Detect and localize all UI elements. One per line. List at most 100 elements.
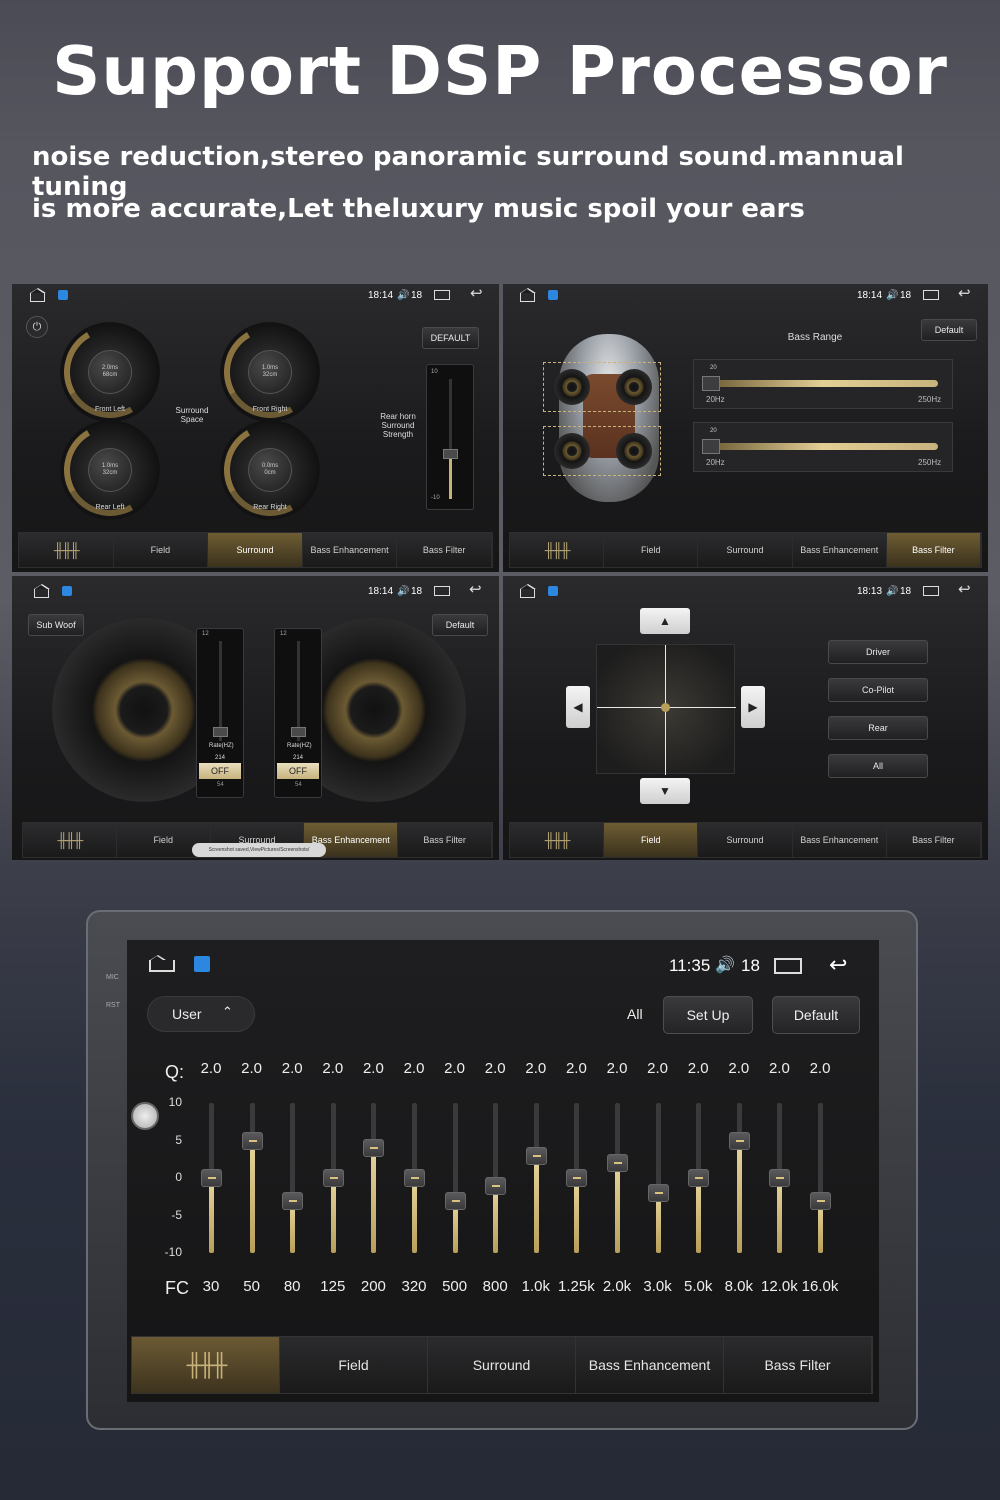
preset-dropdown[interactable]: User ⌃ xyxy=(147,996,255,1032)
off-toggle[interactable]: OFF xyxy=(199,763,241,779)
arrow-left-icon[interactable]: ◀ xyxy=(566,686,590,728)
rear-horn-slider[interactable]: 10 -10 xyxy=(426,364,474,510)
eq-band-thumb[interactable] xyxy=(485,1176,507,1195)
recent-apps-icon[interactable] xyxy=(434,290,450,300)
home-icon[interactable] xyxy=(149,955,175,972)
q-value[interactable]: 2.0 xyxy=(481,1060,509,1077)
eq-band-thumb[interactable] xyxy=(647,1184,669,1202)
off-toggle[interactable]: OFF xyxy=(277,763,319,779)
q-value[interactable]: 2.0 xyxy=(319,1060,347,1077)
home-icon[interactable] xyxy=(30,288,46,302)
q-value[interactable]: 2.0 xyxy=(441,1060,469,1077)
arrow-right-icon[interactable]: ▶ xyxy=(741,686,765,728)
q-value[interactable]: 2.0 xyxy=(238,1060,266,1077)
tab-bass-filter[interactable]: Bass Filter xyxy=(398,823,492,857)
eq-band-slider[interactable] xyxy=(485,1103,507,1253)
slider-thumb[interactable] xyxy=(213,727,228,737)
all-button[interactable]: All xyxy=(828,754,928,778)
eq-band-thumb[interactable] xyxy=(566,1169,588,1187)
eq-band-thumb[interactable] xyxy=(769,1169,791,1187)
eq-band-thumb[interactable] xyxy=(525,1146,547,1165)
recent-apps-icon[interactable] xyxy=(923,290,939,300)
q-value[interactable]: 2.0 xyxy=(522,1060,550,1077)
eq-band-slider[interactable] xyxy=(688,1103,710,1253)
tab-eq[interactable]: ╫╫╫ xyxy=(132,1337,280,1393)
listening-point-marker[interactable] xyxy=(661,703,670,712)
q-value[interactable]: 2.0 xyxy=(725,1060,753,1077)
tab-surround[interactable]: Surround xyxy=(428,1337,576,1393)
default-button[interactable]: Default xyxy=(432,614,488,636)
slider-thumb[interactable] xyxy=(702,439,720,454)
set-up-button[interactable]: Set Up xyxy=(663,996,753,1034)
q-value[interactable]: 2.0 xyxy=(684,1060,712,1077)
default-button[interactable]: Default xyxy=(772,996,860,1034)
eq-band-thumb[interactable] xyxy=(282,1191,304,1210)
eq-band-slider[interactable] xyxy=(525,1103,547,1253)
back-icon[interactable]: ↩ xyxy=(470,286,486,301)
tab-surround[interactable]: Surround xyxy=(698,823,793,857)
back-icon[interactable]: ↩ xyxy=(829,952,847,978)
eq-band-slider[interactable] xyxy=(363,1103,385,1253)
home-icon[interactable] xyxy=(520,584,536,598)
tab-field[interactable]: Field xyxy=(604,823,699,857)
rear-button[interactable]: Rear xyxy=(828,716,928,740)
eq-band-thumb[interactable] xyxy=(444,1191,466,1210)
home-icon[interactable] xyxy=(520,288,536,302)
eq-band-thumb[interactable] xyxy=(201,1169,222,1187)
back-icon[interactable]: ↩ xyxy=(469,582,485,597)
eq-band-slider[interactable] xyxy=(607,1103,628,1253)
default-button[interactable]: Default xyxy=(921,319,977,341)
app-icon[interactable] xyxy=(548,290,558,300)
eq-band-thumb[interactable] xyxy=(728,1131,750,1150)
recent-apps-icon[interactable] xyxy=(923,586,939,596)
q-value[interactable]: 2.0 xyxy=(765,1060,793,1077)
tab-bass-filter[interactable]: Bass Filter xyxy=(886,533,982,567)
back-icon[interactable]: ↩ xyxy=(958,286,974,301)
slider-thumb[interactable] xyxy=(702,376,720,391)
q-value[interactable]: 2.0 xyxy=(806,1060,834,1077)
tab-field[interactable]: Field xyxy=(604,533,699,567)
slider-thumb[interactable] xyxy=(291,727,306,737)
q-value[interactable]: 2.0 xyxy=(197,1060,225,1077)
tab-field[interactable]: Field xyxy=(280,1337,428,1393)
eq-band-thumb[interactable] xyxy=(404,1169,425,1187)
front-speakers-zone[interactable] xyxy=(543,362,661,412)
eq-band-slider[interactable] xyxy=(322,1103,344,1253)
rear-speakers-zone[interactable] xyxy=(543,426,661,476)
q-value[interactable]: 2.0 xyxy=(603,1060,631,1077)
tab-bass-enhancement[interactable]: Bass Enhancement xyxy=(576,1337,724,1393)
eq-band-thumb[interactable] xyxy=(810,1191,831,1210)
bass-level-slider-right[interactable]: 12 Rate(HZ) 214 OFF 54 xyxy=(274,628,322,798)
q-value[interactable]: 2.0 xyxy=(359,1060,387,1077)
eq-band-slider[interactable] xyxy=(810,1103,831,1253)
eq-band-slider[interactable] xyxy=(404,1103,425,1253)
app-icon[interactable] xyxy=(194,956,210,972)
eq-band-slider[interactable] xyxy=(566,1103,588,1253)
tab-bass-filter[interactable]: Bass Filter xyxy=(886,823,982,857)
sub-woof-button[interactable]: Sub Woof xyxy=(28,614,84,636)
eq-band-slider[interactable] xyxy=(201,1103,222,1253)
power-icon[interactable]: ⏻ xyxy=(26,316,48,338)
all-label[interactable]: All xyxy=(627,1006,643,1022)
q-value[interactable]: 2.0 xyxy=(278,1060,306,1077)
q-value[interactable]: 2.0 xyxy=(562,1060,590,1077)
tab-surround[interactable]: Surround xyxy=(698,533,793,567)
tab-bass-filter[interactable]: Bass Filter xyxy=(724,1337,872,1393)
tab-bass-filter[interactable]: Bass Filter xyxy=(397,533,492,567)
tab-eq[interactable]: ╫╫╫ xyxy=(510,533,605,567)
slider-thumb[interactable] xyxy=(443,449,458,459)
bass-level-slider-left[interactable]: 12 Rate(HZ) 214 OFF 54 xyxy=(196,628,244,798)
eq-band-slider[interactable] xyxy=(444,1103,466,1253)
eq-band-slider[interactable] xyxy=(282,1103,304,1253)
app-icon[interactable] xyxy=(58,290,68,300)
recent-apps-icon[interactable] xyxy=(774,958,802,974)
eq-band-slider[interactable] xyxy=(769,1103,791,1253)
co-pilot-button[interactable]: Co-Pilot xyxy=(828,678,928,702)
q-value[interactable]: 2.0 xyxy=(644,1060,672,1077)
bass-range-slider-rear[interactable]: 20 20Hz 250Hz xyxy=(693,422,953,472)
app-icon[interactable] xyxy=(62,586,72,596)
tab-bass-enhancement[interactable]: Bass Enhancement xyxy=(792,533,887,567)
arrow-up-icon[interactable]: ▲ xyxy=(640,608,690,634)
tab-surround[interactable]: Surround xyxy=(208,533,303,567)
eq-band-slider[interactable] xyxy=(647,1103,669,1253)
